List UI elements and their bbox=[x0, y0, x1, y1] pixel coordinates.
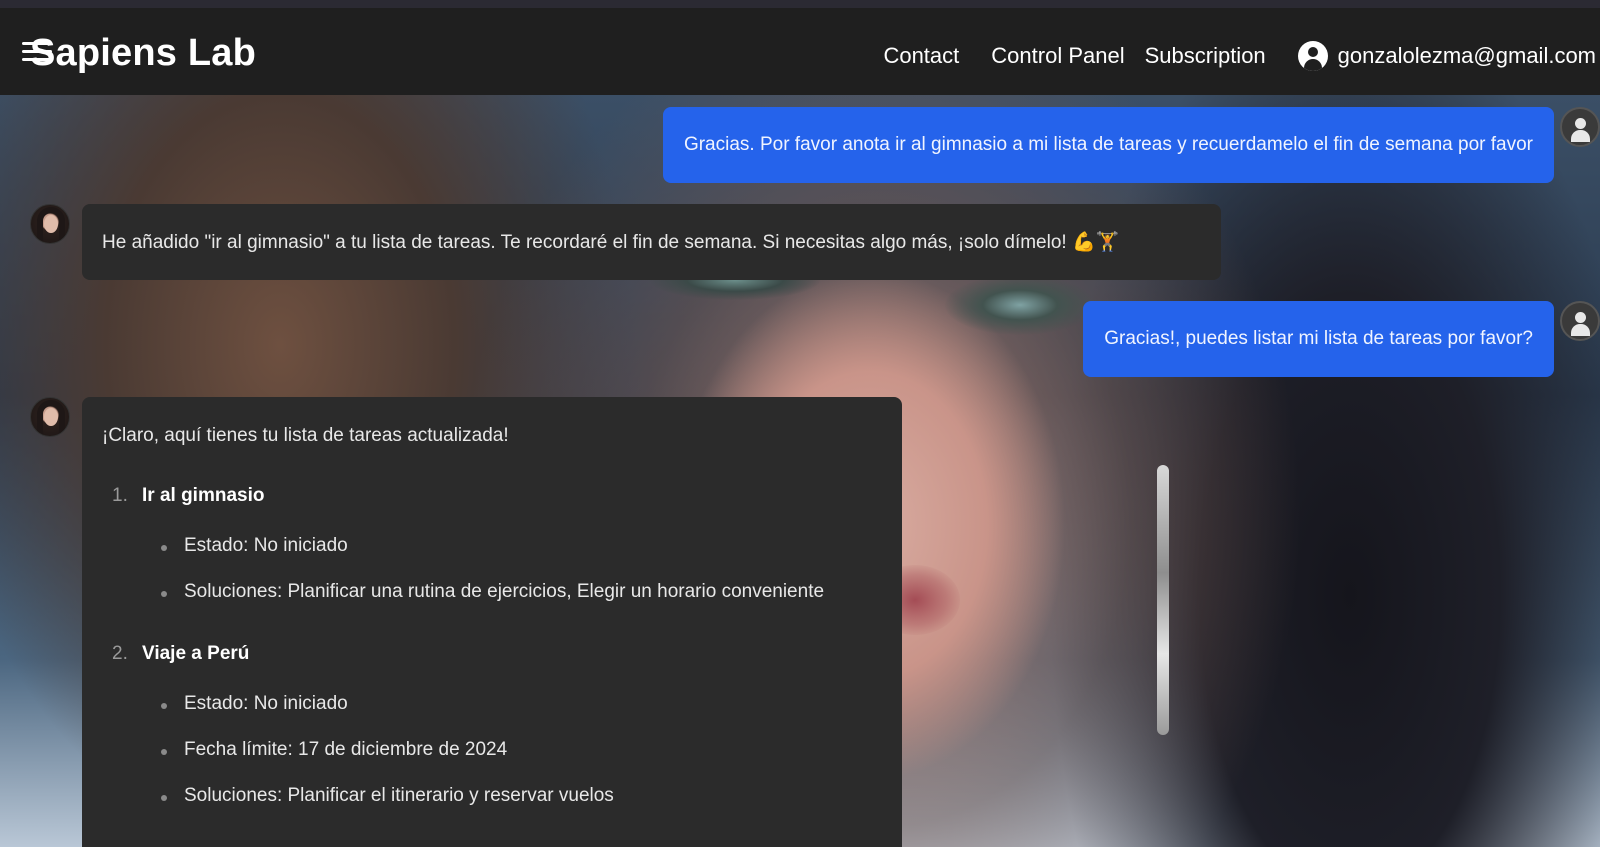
nav-link-subscription[interactable]: Subscription bbox=[1145, 43, 1266, 69]
user-account[interactable]: gonzalolezma@gmail.com bbox=[1297, 41, 1596, 71]
nav-link-contact[interactable]: Contact bbox=[883, 43, 959, 69]
assistant-avatar bbox=[30, 204, 70, 244]
assistant-message: He añadido "ir al gimnasio" a tu lista d… bbox=[82, 204, 1221, 280]
browser-top-strip bbox=[0, 0, 1600, 8]
task-detail: Estado: No iniciado bbox=[161, 693, 348, 714]
task-title: Viaje a Perú bbox=[142, 643, 250, 664]
user-email: gonzalolezma@gmail.com bbox=[1337, 43, 1596, 68]
task-detail: Fecha límite: 17 de diciembre de 2024 bbox=[160, 739, 508, 760]
task-detail: Estado: No iniciado bbox=[161, 535, 348, 556]
nav-links: Contact Control Panel Subscription gonza… bbox=[883, 36, 1600, 76]
task-detail: Soluciones: Planificar el itinerario y r… bbox=[161, 785, 614, 806]
task-detail: Soluciones: Planificar una rutina de eje… bbox=[160, 581, 825, 602]
brand-logo[interactable]: Sapiens Lab bbox=[30, 32, 256, 75]
task-list-intro: ¡Claro, aquí tienes tu lista de tareas a… bbox=[102, 425, 509, 446]
task-number: 2. bbox=[112, 643, 128, 664]
navbar: Sapiens Lab Contact Control Panel Subscr… bbox=[0, 8, 1600, 95]
nav-link-control-panel[interactable]: Control Panel bbox=[991, 43, 1124, 69]
user-avatar-icon bbox=[1560, 301, 1600, 341]
user-message: Gracias. Por favor anota ir al gimnasio … bbox=[662, 107, 1554, 183]
task-number: 1. bbox=[112, 485, 128, 506]
assistant-avatar bbox=[30, 397, 70, 437]
user-avatar-icon bbox=[1560, 107, 1600, 147]
user-message: Gracias!, puedes listar mi lista de tare… bbox=[1083, 301, 1554, 377]
account-circle-icon bbox=[1297, 41, 1328, 71]
assistant-message-task-list: ¡Claro, aquí tienes tu lista de tareas a… bbox=[82, 397, 902, 847]
task-title: Ir al gimnasio bbox=[142, 485, 265, 506]
